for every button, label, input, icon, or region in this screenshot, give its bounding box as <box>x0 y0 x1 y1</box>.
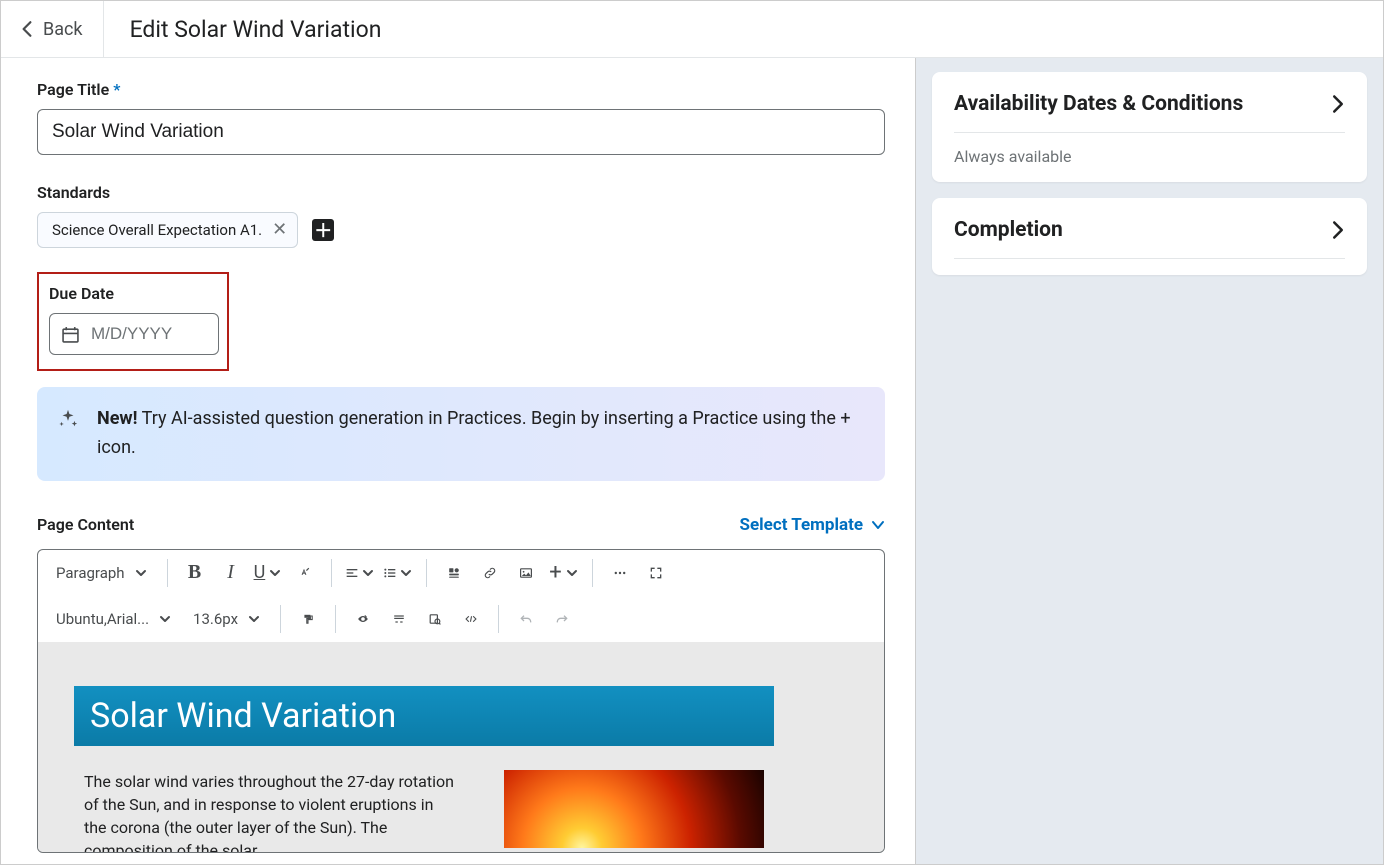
due-date-section: Due Date <box>37 272 229 371</box>
fullscreen-button[interactable] <box>639 556 673 590</box>
ai-banner: New! Try AI-assisted question generation… <box>37 387 885 481</box>
chevron-down-icon <box>871 520 885 530</box>
page-title-label: Page Title * <box>37 80 885 99</box>
chevron-right-icon <box>1331 94 1345 114</box>
link-button[interactable] <box>473 556 507 590</box>
availability-card-header[interactable]: Availability Dates & Conditions <box>954 92 1345 133</box>
page-title: Edit Solar Wind Variation <box>104 16 382 43</box>
italic-button[interactable]: I <box>214 556 248 590</box>
editor-content-area[interactable]: Solar Wind Variation The solar wind vari… <box>38 642 884 852</box>
availability-card: Availability Dates & Conditions Always a… <box>932 72 1367 182</box>
preview-button[interactable] <box>418 602 452 636</box>
chevron-down-icon <box>248 613 260 625</box>
bold-button[interactable]: B <box>178 556 212 590</box>
source-code-button[interactable] <box>454 602 488 636</box>
ai-banner-text: Try AI-assisted question generation in P… <box>97 408 851 458</box>
insert-more-button[interactable]: + <box>545 556 581 590</box>
standards-label: Standards <box>37 183 885 202</box>
document-title: Solar Wind Variation <box>74 686 774 746</box>
page-content-label: Page Content <box>37 515 134 534</box>
page-header: Back Edit Solar Wind Variation <box>1 1 1383 58</box>
document-paragraph: The solar wind varies throughout the 27-… <box>84 770 458 852</box>
word-count-button[interactable] <box>382 602 416 636</box>
due-date-input-wrap[interactable] <box>49 313 219 355</box>
chevron-down-icon <box>400 567 412 579</box>
align-button[interactable] <box>342 556 378 590</box>
completion-card-header[interactable]: Completion <box>954 218 1345 259</box>
list-button[interactable] <box>380 556 416 590</box>
chevron-down-icon <box>135 567 147 579</box>
sparkle-icon <box>57 408 79 430</box>
insert-stuff-button[interactable] <box>437 556 471 590</box>
chevron-down-icon <box>566 567 578 579</box>
due-date-label: Due Date <box>49 284 217 303</box>
back-label: Back <box>43 19 83 40</box>
chevron-down-icon <box>362 567 374 579</box>
remove-standard-icon[interactable]: ✕ <box>272 221 287 239</box>
chevron-down-icon <box>159 613 171 625</box>
rich-text-editor: Paragraph B I U <box>37 549 885 853</box>
chevron-right-icon <box>1331 220 1345 240</box>
text-color-button[interactable] <box>287 556 321 590</box>
chevron-left-icon <box>21 20 33 38</box>
standard-chip-label: Science Overall Expectation A1. <box>52 221 262 239</box>
due-date-input[interactable] <box>91 324 206 344</box>
redo-button[interactable] <box>545 602 579 636</box>
completion-title: Completion <box>954 218 1063 242</box>
availability-title: Availability Dates & Conditions <box>954 92 1243 116</box>
main-form: Page Title * Standards Science Overall E… <box>1 58 915 864</box>
font-family-select[interactable]: Ubuntu,Arial... <box>46 604 181 634</box>
accessibility-checker-button[interactable] <box>346 602 380 636</box>
underline-button[interactable]: U <box>250 556 286 590</box>
font-size-select[interactable]: 13.6px <box>183 604 270 634</box>
availability-status: Always available <box>954 133 1345 166</box>
toolbar-row-1: Paragraph B I U <box>38 550 884 596</box>
undo-button[interactable] <box>509 602 543 636</box>
add-standard-button[interactable]: ＋ <box>312 219 334 241</box>
back-button[interactable]: Back <box>13 1 104 57</box>
completion-card: Completion <box>932 198 1367 275</box>
more-actions-button[interactable] <box>603 556 637 590</box>
sun-image <box>504 770 764 848</box>
toolbar-row-2: Ubuntu,Arial... 13.6px <box>38 596 884 642</box>
image-button[interactable] <box>509 556 543 590</box>
calendar-icon <box>62 326 79 343</box>
block-format-select[interactable]: Paragraph <box>46 558 157 588</box>
standard-chip[interactable]: Science Overall Expectation A1. ✕ <box>37 212 298 248</box>
chevron-down-icon <box>269 567 281 579</box>
select-template-button[interactable]: Select Template <box>740 515 885 535</box>
ai-banner-badge: New! <box>97 408 138 429</box>
format-painter-button[interactable] <box>291 602 325 636</box>
page-title-input[interactable] <box>37 109 885 155</box>
right-sidebar: Availability Dates & Conditions Always a… <box>915 58 1383 864</box>
